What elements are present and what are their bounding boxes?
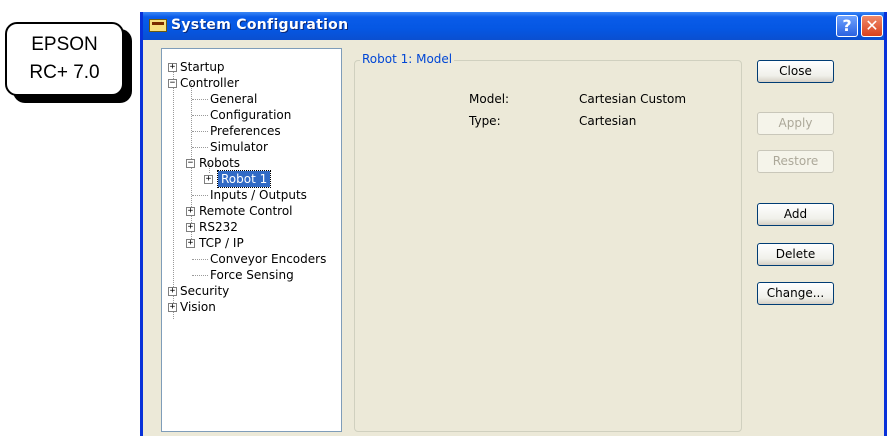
close-button[interactable]: Close [757, 60, 834, 83]
badge-line-2: RC+ 7.0 [29, 62, 100, 83]
expand-icon[interactable]: + [168, 287, 177, 296]
tree-item-label: Security [180, 284, 230, 298]
tree-line [192, 115, 208, 116]
tree-item-general[interactable]: General [210, 91, 257, 107]
tree-item-label: Vision [180, 300, 216, 314]
badge-line-1: EPSON [31, 34, 98, 55]
tree-line [192, 195, 208, 196]
tree-item-label: TCP / IP [199, 236, 244, 250]
group-title: Robot 1: Model [360, 52, 455, 66]
tree-item-label: RS232 [199, 220, 238, 234]
add-button[interactable]: Add [757, 203, 834, 226]
tree-item-simulator[interactable]: Simulator [210, 139, 268, 155]
expand-icon[interactable]: + [168, 63, 177, 72]
expand-icon[interactable]: + [204, 175, 213, 184]
close-window-button[interactable]: ✕ [861, 15, 883, 37]
epson-badge: EPSON RC+ 7.0 [5, 22, 124, 96]
restore-button[interactable]: Restore [757, 150, 834, 173]
expand-icon[interactable]: + [186, 223, 195, 232]
expand-icon[interactable]: + [186, 207, 195, 216]
system-configuration-window: System Configuration ? ✕ + Startup − Con… [140, 12, 887, 436]
tree-item-inputs-outputs[interactable]: Inputs / Outputs [210, 187, 307, 203]
collapse-icon[interactable]: − [186, 159, 195, 168]
tree-item-preferences[interactable]: Preferences [210, 123, 281, 139]
expand-icon[interactable]: + [168, 303, 177, 312]
title-bar[interactable]: System Configuration ? ✕ [143, 12, 884, 40]
model-value: Cartesian Custom [579, 92, 687, 106]
tree-item-force-sensing[interactable]: Force Sensing [210, 267, 294, 283]
tree-item-label: Remote Control [199, 204, 293, 218]
window-title: System Configuration [171, 17, 349, 33]
tree-item-label: Robots [199, 156, 241, 170]
tree-line [192, 275, 208, 276]
model-label: Model: [469, 92, 510, 106]
robot-model-group [354, 60, 742, 432]
apply-button[interactable]: Apply [757, 112, 834, 135]
tree-item-conveyor-encoders[interactable]: Conveyor Encoders [210, 251, 326, 267]
tree-line [192, 147, 208, 148]
change-button[interactable]: Change... [757, 282, 834, 305]
delete-button[interactable]: Delete [757, 243, 834, 266]
tree-item-label: Controller [180, 76, 240, 90]
tree-line [192, 99, 208, 100]
collapse-icon[interactable]: − [168, 79, 177, 88]
type-value: Cartesian [579, 114, 637, 128]
config-tree[interactable]: + Startup − Controller General Configura… [161, 48, 342, 432]
type-label: Type: [469, 114, 501, 128]
tree-item-label-selected: Robot 1 [216, 170, 272, 188]
help-button[interactable]: ? [836, 15, 858, 37]
expand-icon[interactable]: + [186, 239, 195, 248]
app-icon [149, 19, 167, 32]
tree-line [173, 67, 174, 319]
tree-item-label: Startup [180, 60, 225, 74]
tree-line [192, 259, 208, 260]
tree-line [192, 131, 208, 132]
tree-item-configuration[interactable]: Configuration [210, 107, 291, 123]
